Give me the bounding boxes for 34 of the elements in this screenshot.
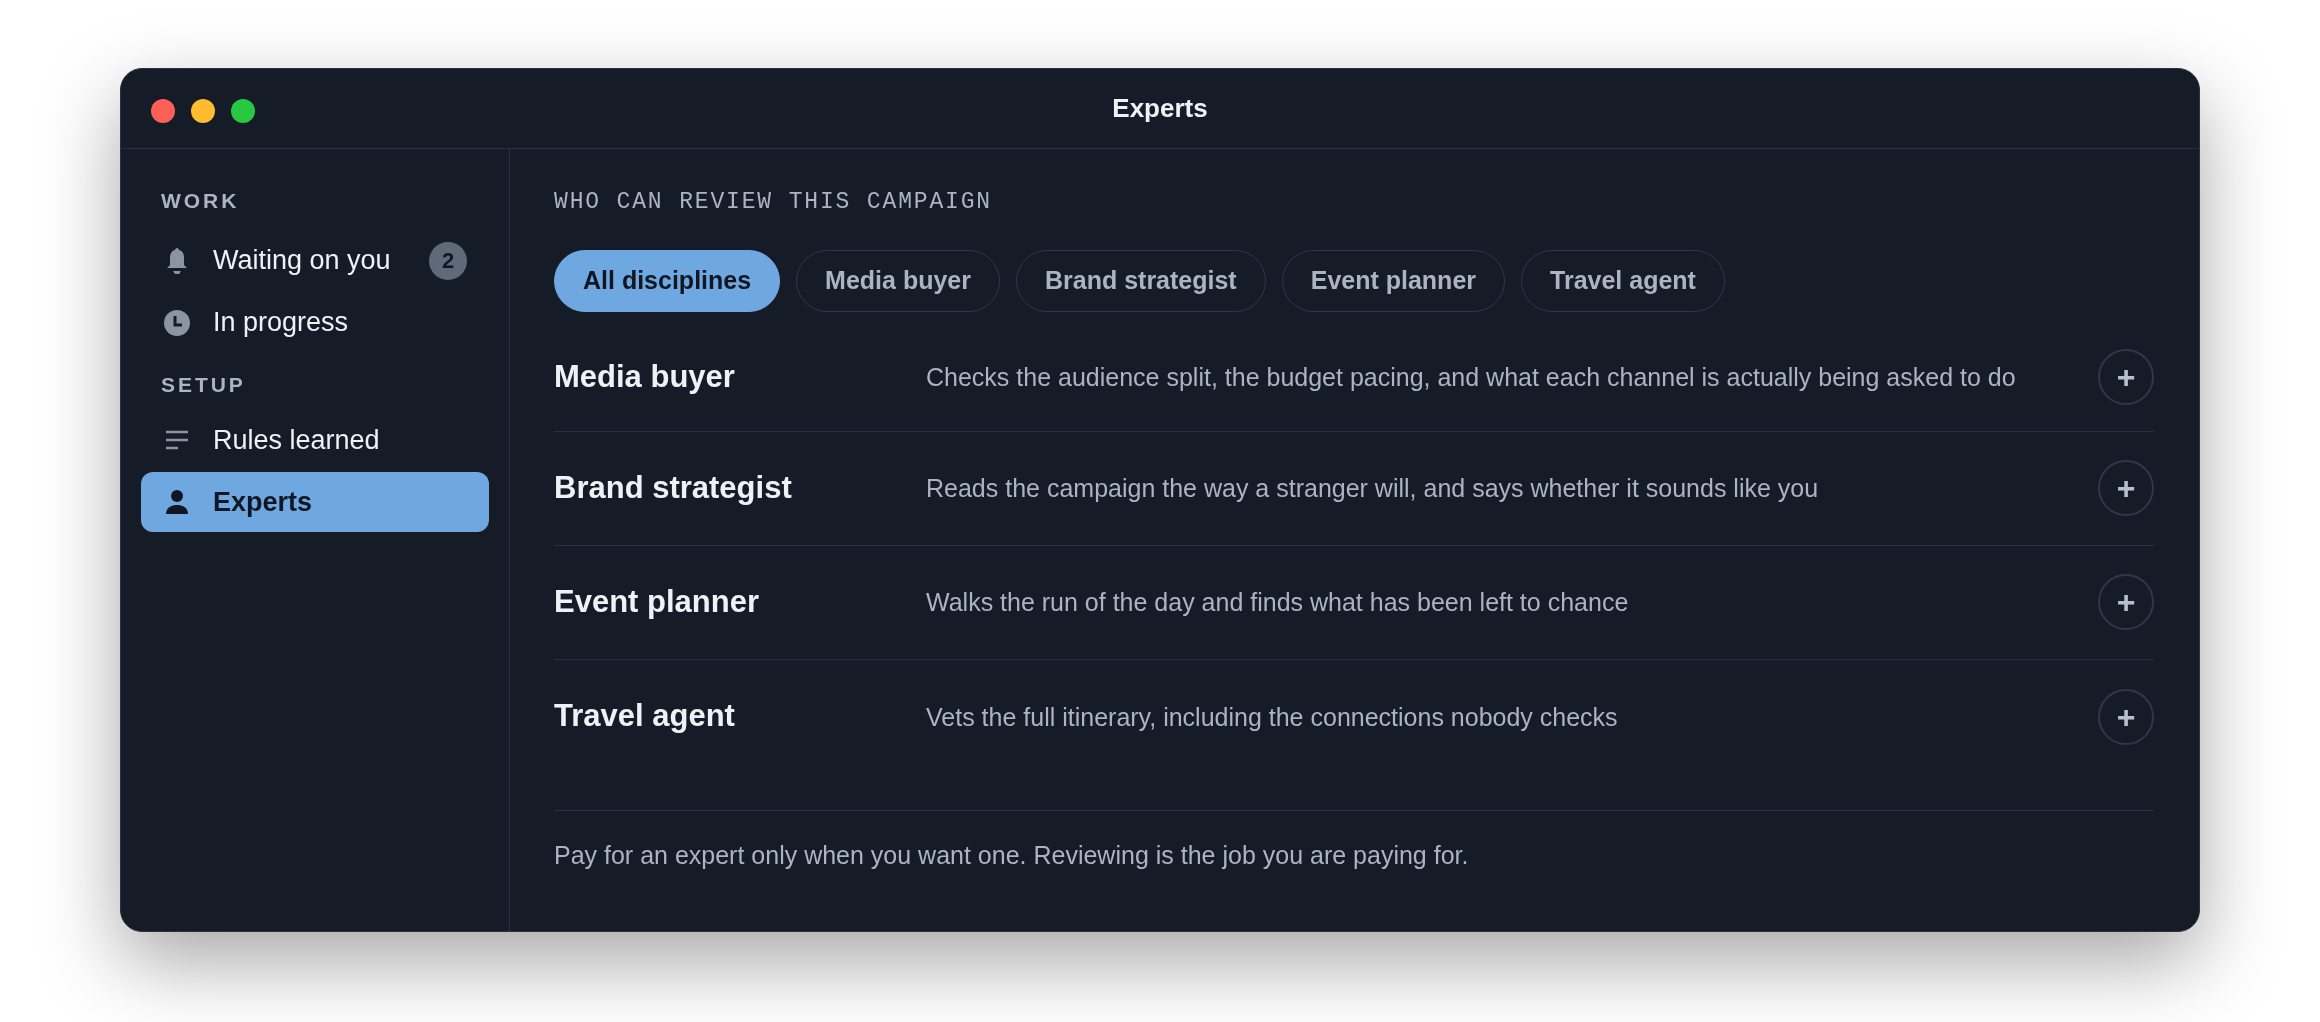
- add-button[interactable]: +: [2098, 574, 2154, 630]
- item-label: Experts: [213, 485, 314, 519]
- add-button[interactable]: +: [2098, 460, 2154, 516]
- sidebar-item[interactable]: Experts: [141, 472, 489, 532]
- item-label: Waiting on you: [213, 244, 392, 278]
- sidebar-item[interactable]: Rules learned: [141, 410, 489, 470]
- section-label: SETUP: [160, 371, 247, 398]
- expert-name: Brand strategist: [554, 468, 793, 507]
- bell-icon: [166, 246, 188, 275]
- section-heading: WHO CAN REVIEW THIS CAMPAIGN: [554, 188, 993, 217]
- item-label: Rules learned: [213, 423, 381, 457]
- sidebar-item[interactable]: In progress: [141, 292, 489, 353]
- expert-name: Event planner: [554, 582, 760, 621]
- sidebar-item[interactable]: Waiting on you 2: [141, 230, 489, 291]
- close-button[interactable]: [151, 99, 175, 123]
- footer-note: Pay for an expert only when you want one. Reviewing is the job you are paying for.: [554, 840, 1469, 869]
- expert-description: Checks the audience split, the budget pacing, and what each channel is actually being asked to do: [926, 362, 2017, 393]
- expert-description: Vets the full itinerary, including the connections nobody checks: [926, 701, 1619, 733]
- clock-icon: [163, 308, 191, 337]
- add-button[interactable]: +: [2098, 349, 2154, 405]
- window-title: Experts: [1112, 92, 1208, 125]
- expert-name: Media buyer: [554, 357, 736, 396]
- zoom-button[interactable]: [231, 99, 255, 123]
- expert-name: Travel agent: [554, 697, 736, 736]
- add-button[interactable]: +: [2098, 688, 2154, 745]
- item-label: In progress: [213, 306, 350, 340]
- expert-description: Reads the campaign the way a stranger will, and says whether it sounds like you: [926, 473, 1820, 504]
- section-label: WORK: [160, 188, 241, 214]
- filter-chip[interactable]: All disciplines: [554, 249, 781, 312]
- expert-description: Walks the run of the day and finds what has been left to chance: [926, 587, 1630, 618]
- count-badge: 2: [429, 241, 467, 280]
- lines-icon: [165, 430, 189, 450]
- minimize-button[interactable]: [191, 99, 215, 123]
- person-icon: [165, 489, 189, 515]
